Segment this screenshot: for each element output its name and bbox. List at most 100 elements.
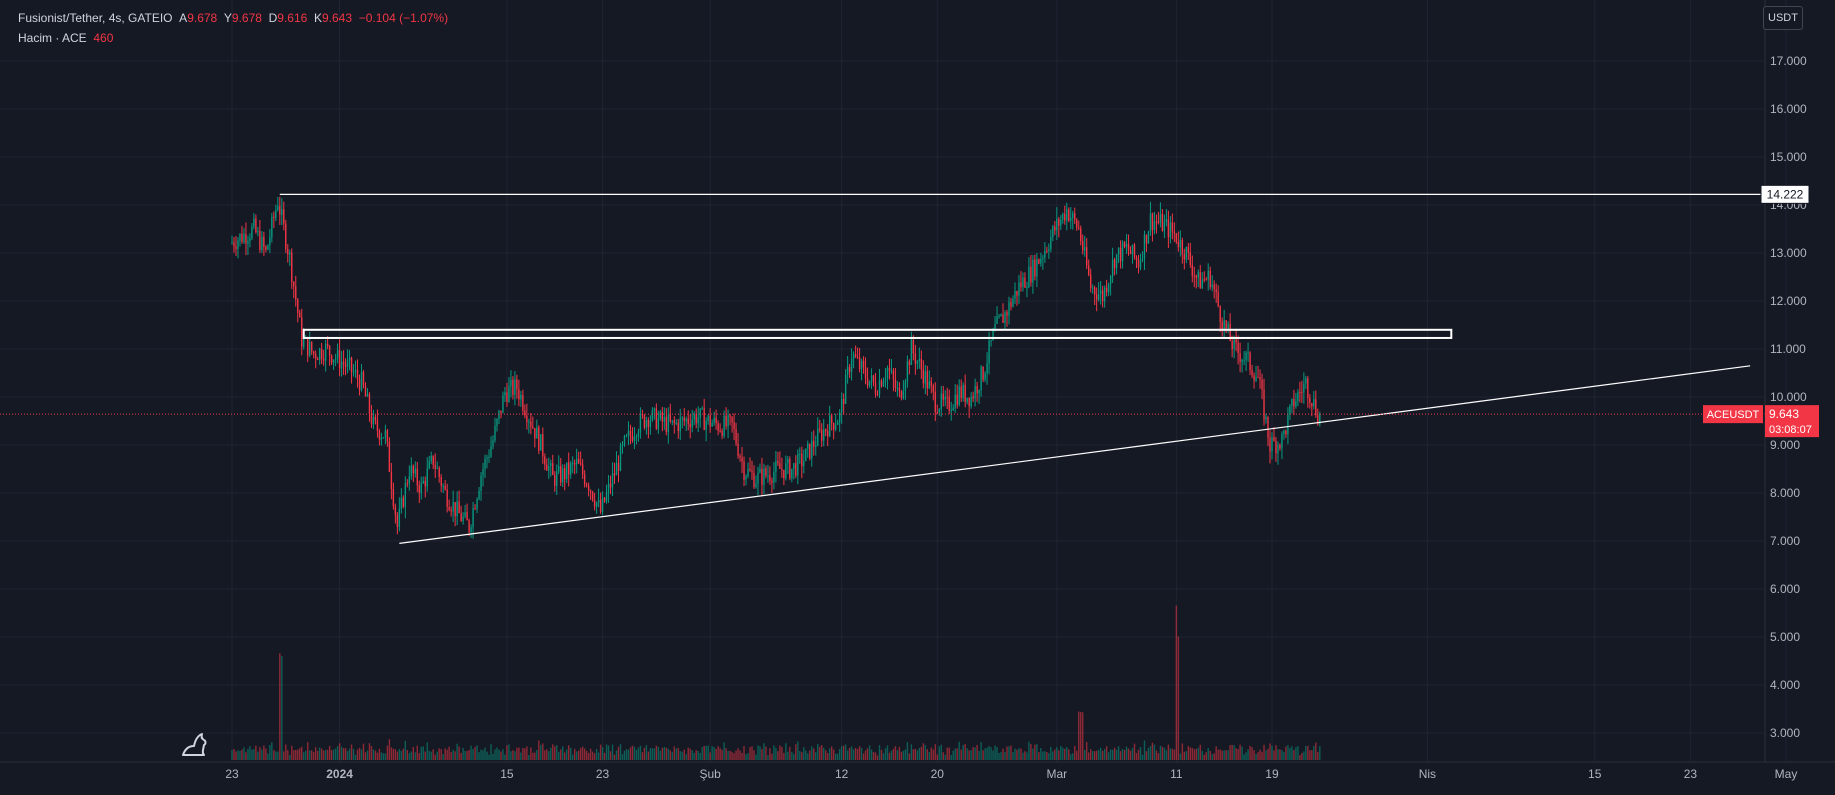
candle-body <box>478 490 480 500</box>
volume-bar <box>665 747 668 760</box>
candle-body <box>982 366 984 380</box>
candle-body <box>1087 265 1090 275</box>
candle-body <box>914 353 917 364</box>
volume-bar <box>356 749 359 760</box>
volume-bar <box>1165 750 1168 760</box>
candle-body <box>516 379 518 390</box>
candle-body <box>912 339 915 354</box>
candle-body <box>749 468 751 471</box>
candle-body <box>1167 219 1170 238</box>
chart-legend: Fusionist/Tether, 4s, GATEIO A9.678 Y9.6… <box>18 8 448 48</box>
candle-body <box>645 420 648 428</box>
candle-body <box>1237 342 1239 354</box>
candle-body <box>1109 276 1112 285</box>
candle-body <box>249 238 251 241</box>
volume-bar <box>721 749 723 760</box>
candle-body <box>785 463 787 479</box>
candle-body <box>338 349 341 369</box>
volume-bar <box>1191 747 1193 760</box>
volume-bar <box>908 753 911 760</box>
volume-bar <box>1002 748 1004 760</box>
volume-bar <box>310 750 313 760</box>
volume-bar <box>1125 746 1128 760</box>
volume-bar <box>562 746 564 760</box>
volume-bar <box>649 748 652 760</box>
candle-body <box>1311 402 1313 407</box>
volume-bar <box>470 745 472 760</box>
candle-body <box>1139 259 1142 268</box>
candle-body <box>524 410 526 416</box>
candle-body <box>269 237 271 246</box>
volume-bar <box>318 747 321 760</box>
volume-bar <box>488 754 490 760</box>
volume-bar <box>1205 752 1207 760</box>
candle-body <box>1095 294 1098 300</box>
volume-bar <box>307 742 309 760</box>
volume-bar <box>456 743 458 760</box>
volume-bar <box>817 743 819 760</box>
candle-body <box>1263 389 1265 420</box>
volume-bar <box>834 753 837 760</box>
volume-bar <box>1026 752 1028 760</box>
symbol-title[interactable]: Fusionist/Tether, 4s, GATEIO <box>18 11 173 25</box>
volume-bar <box>910 744 913 760</box>
volume-bar <box>601 747 604 760</box>
candle-body <box>542 434 544 457</box>
candle-body <box>1261 379 1263 390</box>
candle-body <box>1313 399 1315 407</box>
candle-body <box>773 471 775 483</box>
price-tick-label: 16.000 <box>1770 102 1807 116</box>
currency-button[interactable]: USDT <box>1763 6 1803 30</box>
candle-body <box>697 417 699 424</box>
volume-bar <box>954 748 956 760</box>
symbol-tag-text: ACEUSDT <box>1707 409 1760 421</box>
volume-bar <box>1263 744 1265 760</box>
candle-body <box>408 476 411 484</box>
candle-body <box>926 371 929 389</box>
volume-bar <box>1173 749 1176 760</box>
low-label: D <box>268 11 278 25</box>
candle-body <box>1247 352 1249 354</box>
volume-bar <box>579 748 582 760</box>
volume-bar <box>424 751 426 760</box>
candle-body <box>307 337 309 356</box>
volume-bar <box>960 749 962 760</box>
candle-body <box>1125 244 1128 247</box>
volume-label[interactable]: Hacim · ACE <box>18 31 87 45</box>
volume-bar <box>1008 746 1010 760</box>
candle-body <box>585 484 588 486</box>
current-price-text: 9.643 <box>1769 407 1799 421</box>
volume-bar <box>388 739 391 760</box>
candle-body <box>468 520 470 533</box>
candle-body <box>1016 290 1018 296</box>
candle-body <box>1205 279 1207 281</box>
legend-volume-row: Hacim · ACE 460 <box>18 28 448 48</box>
volume-bar <box>1217 749 1219 760</box>
volume-bar <box>844 744 847 760</box>
volume-bar <box>926 749 929 760</box>
volume-bar <box>860 747 863 760</box>
candle-body <box>299 312 301 318</box>
volume-bar <box>508 744 510 760</box>
volume-bar <box>1215 746 1217 760</box>
candle-body <box>761 468 763 485</box>
volume-bar <box>1181 743 1184 760</box>
volume-bar <box>950 754 952 760</box>
candle-body <box>852 354 855 359</box>
candle-body <box>442 485 444 487</box>
candle-body <box>828 415 831 437</box>
candlestick-chart[interactable]: 17.00016.00015.00014.00013.00012.00011.0… <box>0 0 1835 795</box>
candle-body <box>518 389 520 400</box>
volume-bar <box>952 750 954 760</box>
candle-body <box>876 394 879 396</box>
volume-bar <box>322 750 325 760</box>
volume-bar <box>522 747 524 760</box>
volume-bar <box>1133 743 1136 760</box>
candle-body <box>1058 218 1060 226</box>
volume-bar <box>265 748 267 760</box>
candle-body <box>669 414 672 422</box>
volume-bar <box>715 748 717 760</box>
tradingview-logo-icon[interactable] <box>180 730 212 758</box>
time-tick-label: May <box>1775 767 1798 781</box>
volume-bar <box>231 749 233 760</box>
